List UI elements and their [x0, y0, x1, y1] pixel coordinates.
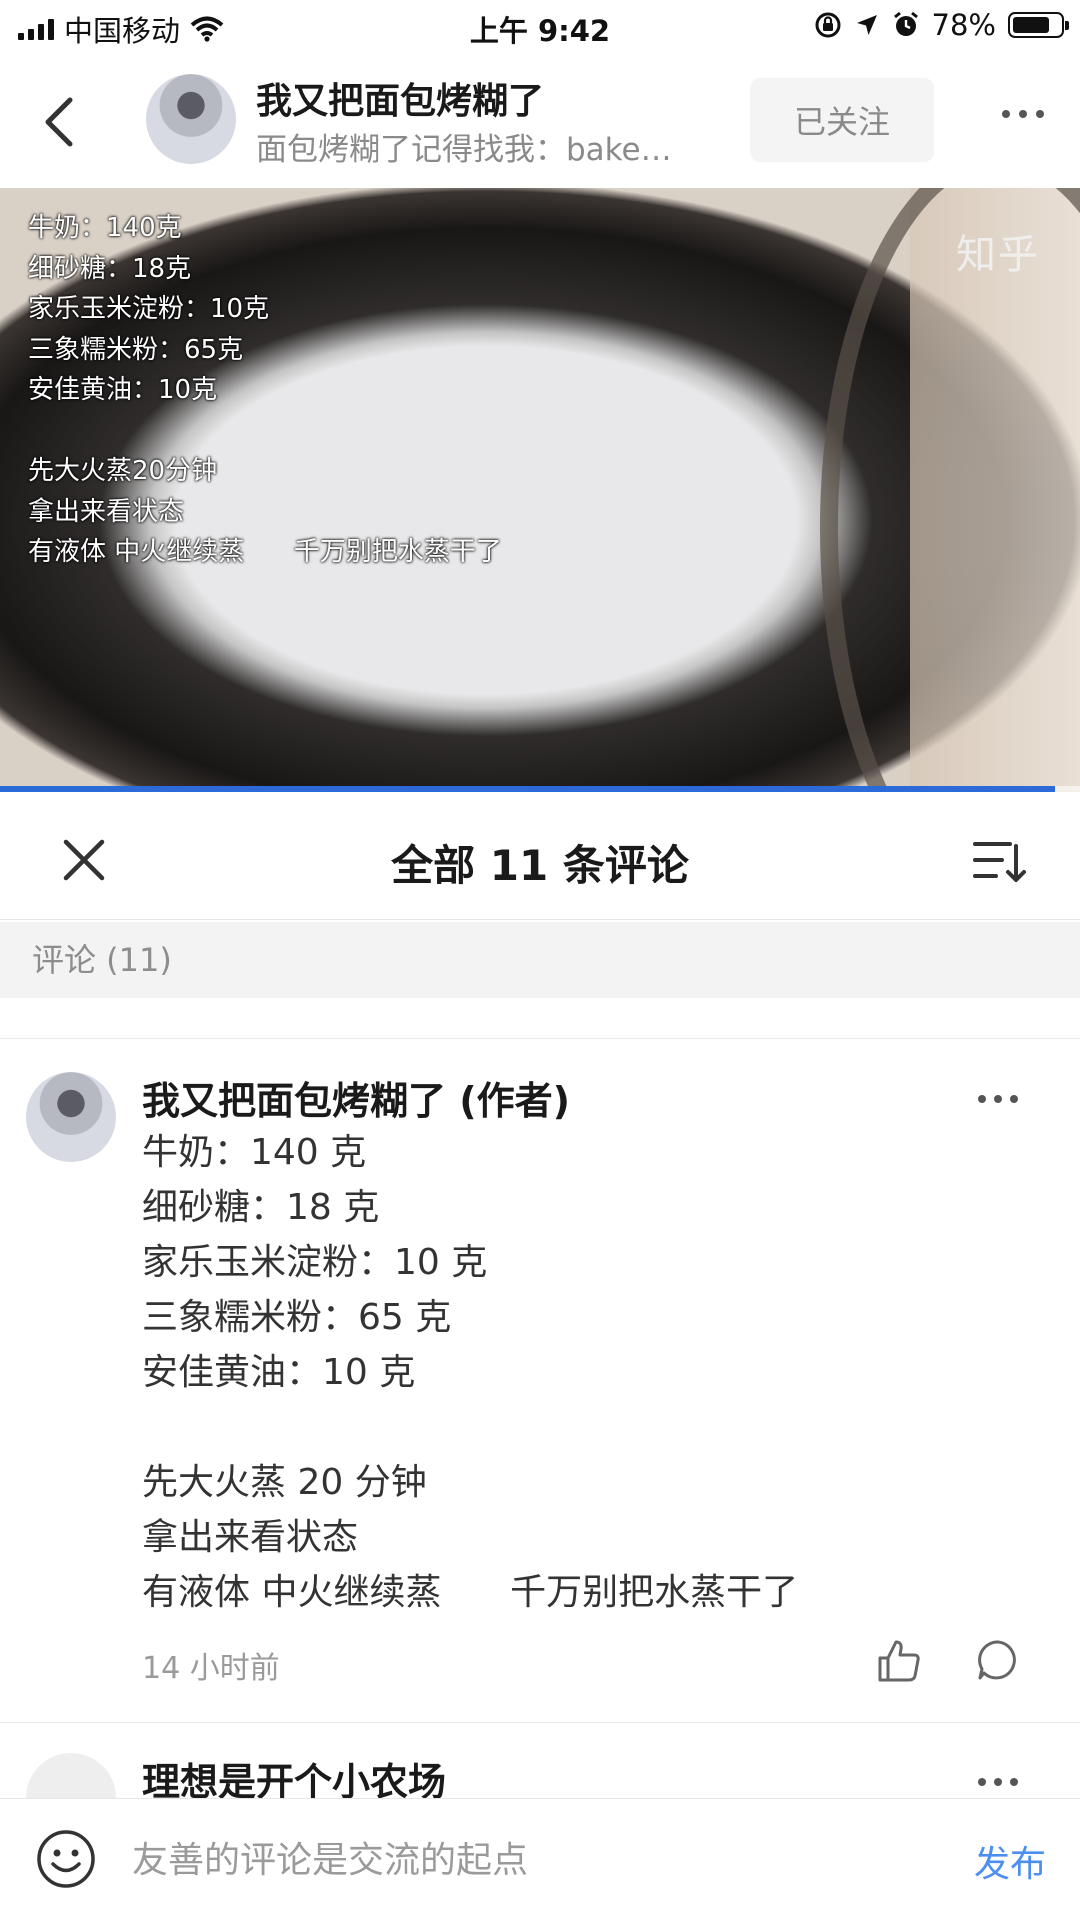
sort-icon[interactable]	[972, 838, 1026, 886]
follow-button[interactable]: 已关注	[750, 78, 934, 162]
comments-sheet-header: 全部 11 条评论	[0, 792, 1080, 920]
comments-title: 全部 11 条评论	[391, 841, 689, 890]
comment-input[interactable]	[132, 1825, 932, 1895]
author-header: 我又把面包烤糊了 面包烤糊了记得找我：bake… 已关注	[0, 54, 1080, 188]
battery-percent: 78%	[931, 8, 996, 42]
commenter-avatar[interactable]	[26, 1072, 116, 1162]
comment-more-button[interactable]	[978, 1095, 1018, 1103]
comment-more-button[interactable]	[978, 1778, 1018, 1786]
comment-input-bar: 发布	[0, 1798, 1080, 1920]
location-icon	[856, 15, 877, 35]
orientation-lock-icon	[815, 12, 841, 38]
reply-icon[interactable]	[976, 1638, 1020, 1682]
back-button[interactable]	[36, 92, 86, 152]
author-bio: 面包烤糊了记得找我：bake…	[256, 132, 672, 168]
status-right: 78%	[814, 8, 1069, 42]
commenter-avatar[interactable]	[26, 1753, 116, 1798]
comments-section-label: 评论 (11)	[0, 922, 1080, 998]
author-name[interactable]: 我又把面包烤糊了	[256, 72, 544, 124]
alarm-icon	[893, 11, 918, 36]
more-options-button[interactable]	[1002, 110, 1044, 118]
commenter-name[interactable]: 理想是开个小农场	[142, 1751, 446, 1798]
comment-item: 理想是开个小农场	[0, 1722, 1080, 1798]
video-pot-rim	[820, 188, 1080, 792]
publish-button[interactable]: 发布	[974, 1835, 1046, 1887]
status-bar: 中国移动 上午 9:42 78%	[0, 0, 1080, 54]
commenter-name[interactable]: 我又把面包烤糊了 (作者)	[142, 1070, 570, 1125]
comment-body: 牛奶：140 克 细砂糖：18 克 家乐玉米淀粉：10 克 三象糯米粉：65 克…	[142, 1132, 799, 1613]
comment-time: 14 小时前	[142, 1651, 280, 1686]
emoji-icon[interactable]	[34, 1827, 98, 1891]
like-icon[interactable]	[876, 1638, 922, 1684]
video-caption-overlay: 牛奶：140克 细砂糖：18克 家乐玉米淀粉：10克 三象糯米粉：65克 安佳黄…	[28, 213, 502, 567]
video-player[interactable]: 牛奶：140克 细砂糖：18克 家乐玉米淀粉：10克 三象糯米粉：65克 安佳黄…	[0, 188, 1080, 792]
comment-item: 我又把面包烤糊了 (作者) 牛奶：140 克 细砂糖：18 克 家乐玉米淀粉：1…	[0, 1040, 1080, 1723]
zhihu-watermark: 知乎	[956, 232, 1040, 278]
battery-icon	[1008, 12, 1069, 38]
divider	[0, 1038, 1080, 1039]
author-avatar[interactable]	[146, 74, 236, 164]
